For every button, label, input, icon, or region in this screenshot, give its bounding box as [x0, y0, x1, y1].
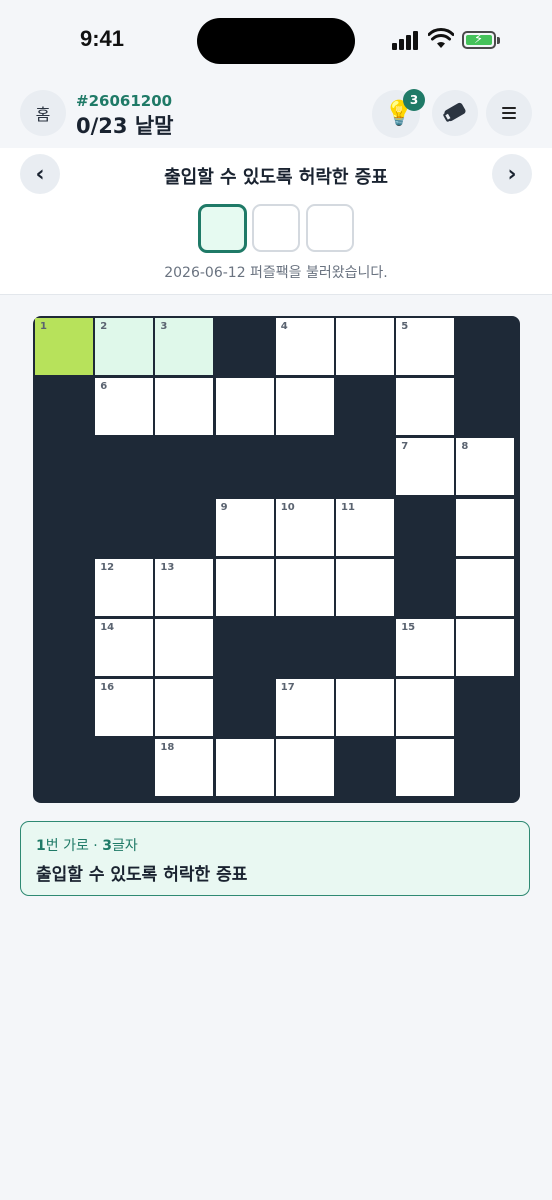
grid-cell[interactable] [396, 378, 455, 436]
grid-cell[interactable] [456, 498, 515, 556]
current-clue-card[interactable]: 1번 가로 · 3글자 출입할 수 있도록 허락한 증표 [20, 821, 530, 896]
cell-number: 18 [160, 742, 175, 754]
grid-cell[interactable] [155, 679, 214, 737]
clue-length: 3 [102, 838, 112, 854]
grid-cell[interactable] [215, 378, 274, 436]
grid-cell[interactable]: 7 [396, 438, 455, 496]
cell-number: 10 [280, 501, 295, 513]
grid-cell[interactable]: 14 [95, 619, 154, 676]
grid-cell[interactable] [275, 558, 334, 616]
grid-cell[interactable]: 6 [95, 378, 154, 436]
grid-cell[interactable]: 13 [155, 558, 214, 616]
hint-count-badge: 3 [403, 89, 425, 111]
top-header: 홈 #26061200 0/23 낱말 💡 3 [0, 82, 552, 148]
cell-number: 11 [341, 501, 355, 513]
next-clue-button[interactable]: › [492, 154, 532, 194]
cell-number: 1 [40, 321, 47, 332]
cell-number: 4 [280, 321, 288, 332]
grid-cell[interactable] [336, 679, 394, 737]
grid-cell[interactable]: 11 [336, 498, 394, 556]
grid-cell[interactable]: 8 [456, 438, 515, 496]
clue-navigator: ‹ 출입할 수 있도록 허락한 증표 › 2026-06-12 퍼즐팩을 불러왔… [0, 148, 552, 295]
prev-clue-button[interactable]: ‹ [20, 154, 60, 194]
eraser-icon [443, 101, 467, 123]
word-progress: 0/23 낱말 [76, 114, 174, 138]
grid-cell[interactable]: 2 [95, 318, 154, 375]
cell-number: 2 [100, 321, 108, 332]
cell-number: 13 [160, 561, 175, 573]
cell-number: 14 [100, 622, 115, 633]
clue-length-suffix: 글자 [111, 838, 138, 854]
clue-text: 출입할 수 있도록 허락한 증표 [36, 865, 248, 885]
answer-box[interactable] [252, 204, 300, 252]
clue-meta: 1번 가로 · 3글자 [36, 835, 138, 855]
grid-cell[interactable] [155, 619, 214, 676]
puzzle-id: #26061200 [76, 92, 173, 110]
cell-number: 5 [401, 321, 409, 332]
grid-cell[interactable] [215, 558, 274, 616]
erase-button[interactable] [432, 90, 478, 136]
cell-number: 12 [100, 561, 115, 573]
battery-icon: ⚡ [462, 31, 496, 49]
grid-cell[interactable]: 18 [155, 739, 214, 797]
menu-button[interactable] [486, 90, 532, 136]
grid-cell[interactable] [336, 558, 394, 616]
grid-cell[interactable]: 17 [275, 679, 334, 737]
clue-number: 1 [36, 838, 46, 854]
grid-cell[interactable]: 16 [95, 679, 154, 737]
grid-cell[interactable] [275, 739, 334, 797]
cell-number: 17 [280, 682, 295, 694]
cell-number: 9 [220, 501, 228, 513]
grid-cell[interactable] [396, 739, 455, 797]
cell-number: 7 [401, 441, 409, 453]
status-time: 9:41 [80, 26, 125, 51]
wifi-icon [427, 28, 455, 50]
grid-cell[interactable] [155, 378, 214, 436]
home-button[interactable]: 홈 [20, 90, 66, 136]
grid-cell[interactable]: 3 [155, 318, 214, 375]
cell-number: 3 [160, 321, 168, 332]
signal-icon [392, 30, 420, 50]
grid-cell[interactable] [336, 318, 394, 375]
grid-cell[interactable] [456, 619, 515, 676]
grid-cell[interactable]: 5 [396, 318, 455, 375]
answer-box[interactable] [306, 204, 354, 252]
cell-number: 16 [100, 682, 115, 694]
load-status-message: 2026-06-12 퍼즐팩을 불러왔습니다. [164, 265, 388, 281]
dynamic-island [197, 18, 355, 64]
grid-cell[interactable]: 9 [215, 498, 274, 556]
clue-title: 출입할 수 있도록 허락한 증표 [164, 167, 388, 188]
menu-icon [502, 107, 516, 119]
grid-cell[interactable]: 10 [275, 498, 334, 556]
clue-direction: 번 가로 · [45, 838, 103, 854]
grid-cell[interactable]: 4 [275, 318, 334, 375]
hint-button[interactable]: 💡 3 [372, 89, 425, 138]
answer-box[interactable] [198, 204, 247, 253]
grid-cell[interactable]: 15 [396, 619, 455, 676]
grid-cell[interactable]: 12 [95, 558, 154, 616]
grid-cell[interactable] [456, 558, 515, 616]
cell-number: 6 [100, 381, 108, 393]
grid-cell[interactable] [275, 378, 334, 436]
grid-cell[interactable] [396, 679, 455, 737]
grid-cell[interactable] [215, 739, 274, 797]
status-bar: 9:41 ⚡ [0, 0, 552, 82]
grid-cell[interactable]: 1 [35, 318, 93, 375]
cell-number: 15 [401, 622, 416, 633]
cell-number: 8 [461, 441, 469, 453]
crossword-grid: 1 2 3 4 5 6 7 8 9 10 11 12 13 14 15 16 17 18 [33, 316, 520, 803]
